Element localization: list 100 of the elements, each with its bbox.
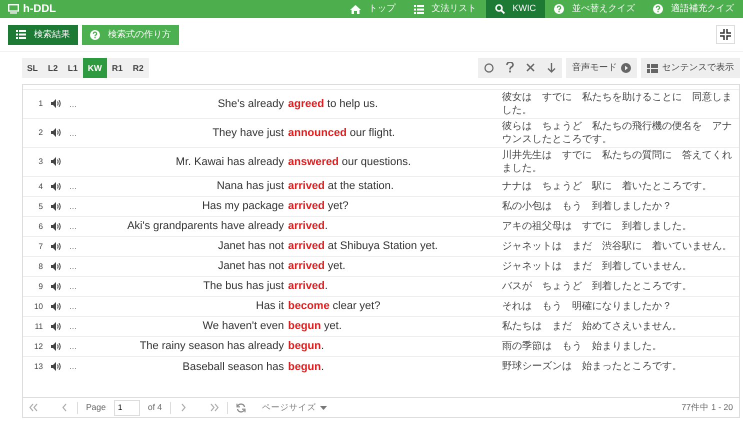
help-icon [90, 30, 100, 40]
translation-text: ジャネットは まだ 渋谷駅に 着いていません。 [500, 236, 739, 256]
translation-text: 彼らは ちょうど 私たちの飛行機の便名を アナウンスしたところです。 [500, 118, 739, 148]
keyword-context: arrived yet? [288, 196, 500, 216]
translation-text: 私の小包は もう 到着しましたか？ [500, 196, 739, 216]
row-number: 4 [23, 176, 51, 196]
page-size-dropdown[interactable]: ページサイズ [262, 401, 328, 414]
help-icon [653, 4, 663, 14]
more-icon[interactable]: … [69, 362, 77, 372]
row-number: 13 [23, 356, 51, 376]
keyword-context: begun. [288, 356, 500, 376]
left-context: Janet has not [87, 256, 288, 276]
translation-text: ジャネットは まだ 到着していません。 [500, 256, 739, 276]
left-context: Has my package [87, 196, 288, 216]
speaker-icon[interactable] [51, 342, 62, 351]
keyword-context: begun. [288, 336, 500, 356]
left-context: The rainy season has already [87, 336, 288, 356]
question-icon [506, 62, 514, 74]
left-context: They have just [87, 118, 288, 148]
more-icon[interactable]: … [69, 282, 77, 291]
app-title: h-DDL [23, 2, 56, 17]
translation-text: 雨の季節は もう 始まりました。 [500, 336, 739, 356]
speaker-icon[interactable] [51, 322, 62, 331]
row-number: 5 [23, 196, 51, 216]
translation-text: アキの祖父母は すでに 到着しました。 [500, 216, 739, 236]
row-number: 7 [23, 236, 51, 256]
left-context: Aki's grandparents have already [87, 216, 288, 236]
sort-tab[interactable]: SL [22, 58, 43, 78]
speaker-icon[interactable] [51, 302, 62, 311]
sort-tab[interactable]: R2 [128, 58, 149, 78]
more-icon[interactable]: … [69, 202, 77, 211]
more-icon[interactable]: … [69, 222, 77, 231]
keyword-context: agreed to help us. [288, 90, 500, 118]
speaker-icon[interactable] [51, 128, 62, 138]
close-icon [526, 63, 535, 72]
page-field[interactable]: 1 [114, 400, 140, 416]
sort-tab[interactable]: L1 [62, 58, 83, 78]
left-context: She's already [87, 90, 288, 118]
keyword-context: begun yet. [288, 316, 500, 336]
keyword-context: arrived. [288, 216, 500, 236]
left-context: Has it [87, 296, 288, 316]
home-icon [350, 4, 360, 14]
speaker-icon[interactable] [51, 182, 62, 191]
translation-text: バスが ちょうど 到着したところです。 [500, 276, 739, 296]
speaker-icon[interactable] [51, 282, 62, 291]
row-number: 3 [23, 148, 51, 176]
collapse-button[interactable] [716, 25, 735, 44]
list-icon [414, 4, 424, 14]
translation-text: 野球シーズンは 始まったところです。 [500, 356, 739, 376]
left-context: The bus has just [87, 276, 288, 296]
page-label: Page [86, 401, 106, 414]
down-arrow-icon [547, 62, 556, 73]
row-number: 9 [23, 276, 51, 296]
translation-text: 彼女は すでに 私たちを助けることに 同意しました。 [500, 90, 739, 118]
translation-text: それは もう 明確になりましたか？ [500, 296, 739, 316]
row-number: 1 [23, 90, 51, 118]
speaker-icon[interactable] [51, 222, 62, 231]
row-number: 2 [23, 118, 51, 148]
keyword-context: become clear yet? [288, 296, 500, 316]
speaker-icon[interactable] [51, 262, 62, 271]
sort-tab[interactable]: L2 [42, 58, 63, 78]
speaker-icon[interactable] [51, 242, 62, 251]
left-context: We haven't even [87, 316, 288, 336]
more-icon[interactable]: … [69, 182, 77, 191]
left-context: Janet has not [87, 236, 288, 256]
sentence-view-button[interactable]: センテンスで表示 [641, 58, 740, 78]
sort-tab[interactable]: KW [82, 58, 107, 78]
audio-mode-button[interactable]: 音声モード [566, 58, 637, 78]
more-icon[interactable]: … [69, 262, 77, 271]
speaker-icon[interactable] [51, 362, 62, 372]
list-icon [16, 30, 26, 39]
more-icon[interactable]: … [69, 322, 77, 331]
refresh-icon[interactable] [236, 402, 246, 412]
collapse-icon [720, 29, 731, 40]
more-icon[interactable]: … [69, 342, 77, 351]
speaker-icon[interactable] [51, 99, 62, 108]
more-icon[interactable]: … [69, 242, 77, 251]
keyword-context: announced our flight. [288, 118, 500, 148]
translation-text: 川井先生は すでに 私たちの質問に 答えてくれました。 [500, 148, 739, 176]
caret-icon [320, 406, 328, 410]
keyword-context: arrived at Shibuya Station yet. [288, 236, 500, 256]
nav-tab[interactable]: KWIC [486, 0, 545, 18]
row-number: 8 [23, 256, 51, 276]
more-icon[interactable]: … [69, 100, 77, 108]
results-button[interactable]: 検索結果 [8, 24, 78, 44]
row-number: 6 [23, 216, 51, 236]
left-context: Mr. Kawai has already [87, 148, 288, 176]
circle-icon [484, 62, 494, 73]
more-icon[interactable]: … [69, 128, 77, 138]
speaker-icon[interactable] [51, 157, 62, 166]
sort-tab[interactable]: R1 [106, 58, 128, 78]
keyword-context: arrived at the station. [288, 176, 500, 196]
translation-text: 私たちは まだ 始めてさえいません。 [500, 316, 739, 336]
page-count: of 4 [148, 401, 162, 414]
row-number: 11 [23, 316, 51, 336]
keyword-context: arrived. [288, 276, 500, 296]
search-icon [494, 4, 504, 14]
row-number: 12 [23, 336, 51, 356]
more-icon[interactable]: … [69, 302, 77, 311]
speaker-icon[interactable] [51, 202, 62, 211]
